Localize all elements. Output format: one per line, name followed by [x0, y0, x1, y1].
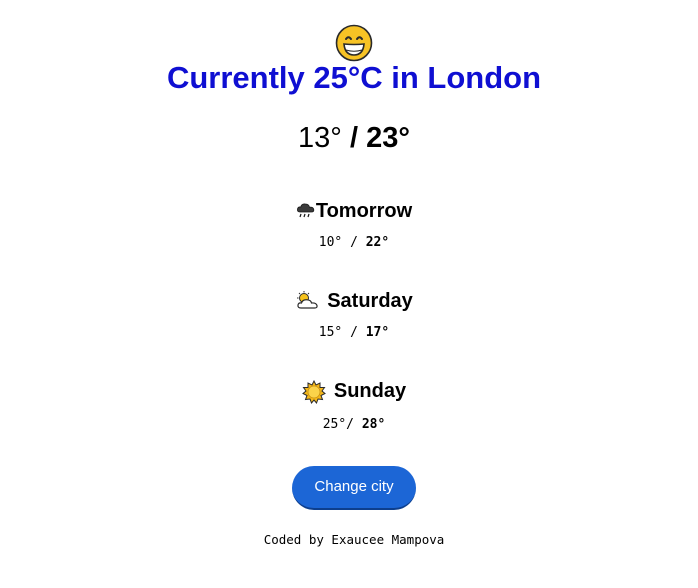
forecast-temperature: 10° / 22° — [0, 235, 698, 251]
change-city-button[interactable]: Change city — [292, 466, 416, 510]
today-separator: / — [341, 122, 367, 154]
forecast-day-header: Tomorrow — [296, 198, 412, 224]
forecast-separator: / — [342, 235, 366, 250]
today-high: 23° — [366, 122, 410, 154]
forecast-day-label: Saturday — [327, 290, 413, 312]
today-low: 13° — [298, 122, 342, 154]
sun-behind-cloud-icon — [295, 290, 321, 312]
page-title: Currently 25°C in London — [166, 60, 542, 95]
forecast-day-header: Saturday — [295, 288, 413, 314]
forecast-high: 28° — [361, 417, 386, 432]
forecast-low: 10° — [318, 235, 343, 250]
sun-icon — [301, 379, 326, 404]
forecast-separator: / — [346, 417, 362, 432]
forecast-high: 22° — [365, 235, 390, 250]
forecast-low: 25° — [322, 417, 347, 432]
forecast-day-sunday: Sunday 25°/ 28° — [0, 378, 698, 433]
forecast-day-header: Sunday — [301, 378, 407, 404]
footer-credit: Coded by Exaucee Mampova — [263, 532, 445, 547]
rain-cloud-icon — [296, 200, 316, 222]
weather-page: Currently 25°C in London 13° / 23° Tomor… — [0, 0, 698, 588]
forecast-day-tomorrow: Tomorrow 10° / 22° — [0, 198, 698, 251]
grinning-face-icon — [335, 24, 373, 62]
today-temperature: 13° / 23° — [0, 118, 698, 158]
forecast-temperature: 15° / 17° — [0, 325, 698, 341]
forecast-high: 17° — [365, 325, 390, 340]
forecast-separator: / — [342, 325, 366, 340]
forecast-day-saturday: Saturday 15° / 17° — [0, 288, 698, 341]
forecast-low: 15° — [318, 325, 343, 340]
forecast-temperature: 25°/ 28° — [0, 417, 698, 433]
forecast-day-label: Sunday — [333, 380, 407, 402]
forecast-day-label: Tomorrow — [315, 200, 413, 222]
